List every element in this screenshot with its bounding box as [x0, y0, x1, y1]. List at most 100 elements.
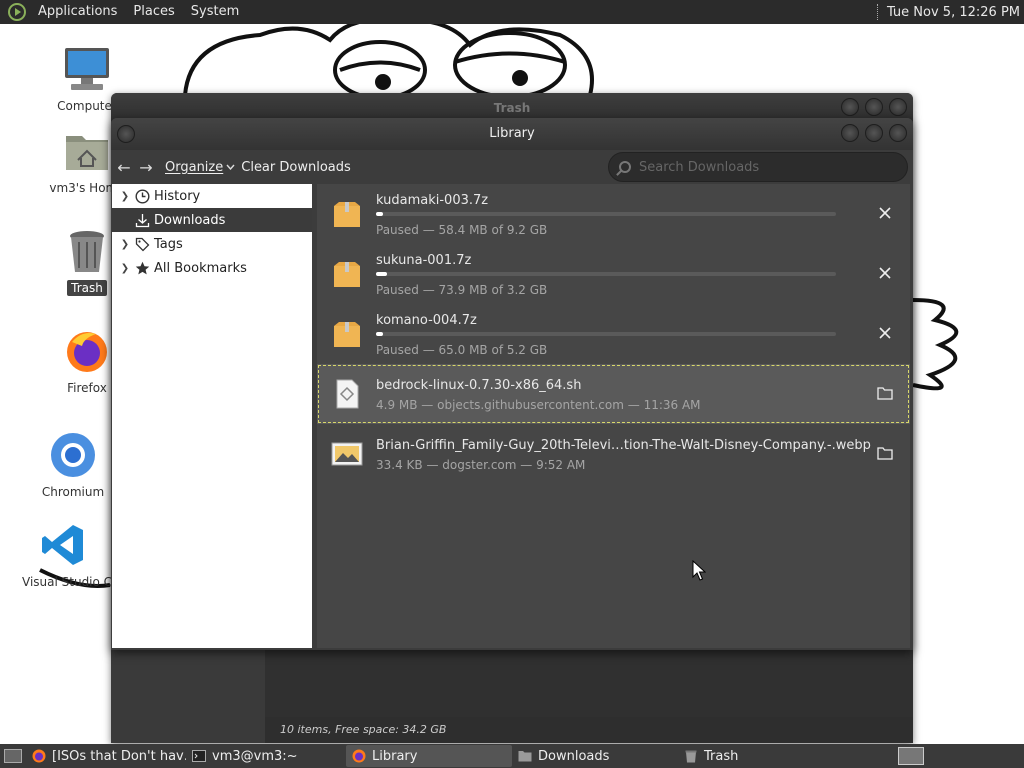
mouse-cursor-icon [692, 560, 706, 581]
window-menu-button[interactable] [117, 125, 135, 143]
cancel-download-button[interactable] [876, 326, 894, 344]
close-icon [879, 207, 891, 219]
download-filename: sukuna-001.7z [376, 253, 472, 268]
download-status: Paused — 73.9 MB of 3.2 GB [376, 283, 548, 297]
menu-applications[interactable]: Applications [30, 0, 125, 24]
minimize-button[interactable] [841, 124, 859, 142]
desktop-icon-chromium[interactable]: Chromium [28, 430, 118, 500]
close-button[interactable] [889, 98, 907, 116]
sidebar-item-label: History [154, 188, 201, 204]
mate-logo-icon[interactable] [8, 3, 26, 21]
library-window-buttons [841, 124, 907, 142]
download-item[interactable]: kudamaki-003.7z Paused — 58.4 MB of 9.2 … [317, 184, 910, 244]
maximize-button[interactable] [865, 124, 883, 142]
bottom-taskbar: [ISOs that Don't hav… vm3@vm3:~ Library … [0, 744, 1024, 768]
taskbar-item[interactable]: [ISOs that Don't hav… [26, 745, 186, 767]
search-box[interactable] [608, 152, 908, 182]
download-item[interactable]: komano-004.7z Paused — 65.0 MB of 5.2 GB [317, 304, 910, 364]
trash-window-buttons [841, 98, 907, 116]
download-status: Paused — 65.0 MB of 5.2 GB [376, 343, 548, 357]
folder-icon [877, 387, 893, 400]
download-status: Paused — 58.4 MB of 9.2 GB [376, 223, 548, 237]
chevron-down-icon [226, 164, 235, 170]
clock[interactable]: Tue Nov 5, 12:26 PM [876, 4, 1024, 20]
archive-file-icon [334, 322, 360, 347]
expander-arrow-icon[interactable]: ❯ [118, 263, 132, 274]
download-progress-fill [376, 332, 383, 336]
taskbar-item-label: Downloads [538, 748, 610, 764]
trash-window-title[interactable]: Trash [111, 93, 913, 121]
tag-icon [134, 236, 150, 252]
taskbar-item-label: [ISOs that Don't hav… [52, 748, 186, 764]
close-icon [879, 327, 891, 339]
download-status: 33.4 KB — dogster.com — 9:52 AM [376, 458, 586, 472]
download-icon [134, 212, 150, 228]
taskbar-item-label: Trash [704, 748, 739, 764]
taskbar-item[interactable]: Library [346, 745, 512, 767]
download-filename: bedrock-linux-0.7.30-x86_64.sh [376, 378, 582, 393]
menu-places[interactable]: Places [125, 0, 182, 24]
download-progress-bar [376, 212, 836, 216]
minimize-button[interactable] [841, 98, 859, 116]
taskbar-item[interactable]: Trash [678, 745, 844, 767]
close-button[interactable] [889, 124, 907, 142]
expander-arrow-icon[interactable]: ❯ [118, 239, 132, 250]
cancel-download-button[interactable] [876, 266, 894, 284]
search-input[interactable] [639, 159, 879, 175]
download-filename: komano-004.7z [376, 313, 477, 328]
desktop-icon-vscode[interactable]: Visual Studio Code [18, 520, 134, 590]
chromium-icon [48, 430, 98, 480]
organize-button[interactable]: Organize [165, 160, 235, 175]
clock-icon [134, 188, 150, 204]
download-item[interactable]: sukuna-001.7z Paused — 73.9 MB of 3.2 GB [317, 244, 910, 304]
terminal-icon [192, 750, 206, 762]
top-panel: Applications Places System Tue Nov 5, 12… [0, 0, 1024, 24]
library-toolbar: ← → Organize Clear Downloads [111, 150, 913, 184]
sidebar-item-downloads[interactable]: Downloads [112, 208, 312, 232]
download-item[interactable]: Brian-Griffin_Family-Guy_20th-Televi…tio… [317, 424, 910, 484]
download-progress-bar [376, 332, 836, 336]
firefox-icon [352, 749, 366, 763]
download-filename: kudamaki-003.7z [376, 193, 489, 208]
downloads-list: kudamaki-003.7z Paused — 58.4 MB of 9.2 … [317, 184, 910, 648]
maximize-button[interactable] [865, 98, 883, 116]
star-icon [134, 260, 150, 276]
download-item[interactable]: bedrock-linux-0.7.30-x86_64.sh 4.9 MB — … [317, 364, 910, 424]
taskbar-item[interactable]: vm3@vm3:~ [186, 745, 346, 767]
expander-arrow-icon[interactable]: ❯ [118, 191, 132, 202]
close-icon [879, 267, 891, 279]
clear-downloads-button[interactable]: Clear Downloads [241, 160, 351, 175]
workspace-switcher[interactable] [898, 747, 924, 765]
trash-status-bar: 10 items, Free space: 34.2 GB [265, 717, 913, 743]
download-progress-bar [376, 272, 836, 276]
sidebar-item-all-bookmarks[interactable]: ❯ All Bookmarks [112, 256, 312, 280]
script-file-icon [336, 379, 359, 409]
show-desktop-button[interactable] [4, 749, 22, 763]
cancel-download-button[interactable] [876, 206, 894, 224]
library-window: Library ← → Organize Clear Downloads ❯ H… [111, 118, 913, 650]
arrow-left-icon[interactable]: ← [115, 158, 133, 177]
folder-icon [877, 447, 893, 460]
menu-system[interactable]: System [183, 0, 247, 24]
desktop-icon-label: Firefox [67, 381, 107, 395]
download-filename: Brian-Griffin_Family-Guy_20th-Televi…tio… [376, 438, 871, 453]
sidebar-item-history[interactable]: ❯ History [112, 184, 312, 208]
clock-text: Tue Nov 5, 12:26 PM [886, 4, 1020, 20]
arrow-right-icon[interactable]: → [137, 158, 155, 177]
image-file-icon [331, 442, 363, 466]
library-window-title[interactable]: Library [111, 118, 913, 150]
desktop-icon-label: Chromium [41, 485, 105, 499]
folder-icon [518, 751, 532, 762]
organize-label: Organize [165, 159, 224, 175]
taskbar-item[interactable]: Downloads [512, 745, 678, 767]
sidebar-item-label: All Bookmarks [154, 260, 247, 276]
show-in-folder-button[interactable] [876, 386, 894, 404]
home-folder-icon [62, 126, 112, 176]
sidebar-item-label: Tags [154, 236, 183, 252]
sidebar-item-tags[interactable]: ❯ Tags [112, 232, 312, 256]
show-in-folder-button[interactable] [876, 446, 894, 464]
panel-separator [876, 4, 879, 20]
search-icon [619, 161, 631, 173]
library-sidebar: ❯ History Downloads ❯ Tags ❯ All Bookmar… [112, 184, 312, 648]
firefox-icon [62, 326, 112, 376]
